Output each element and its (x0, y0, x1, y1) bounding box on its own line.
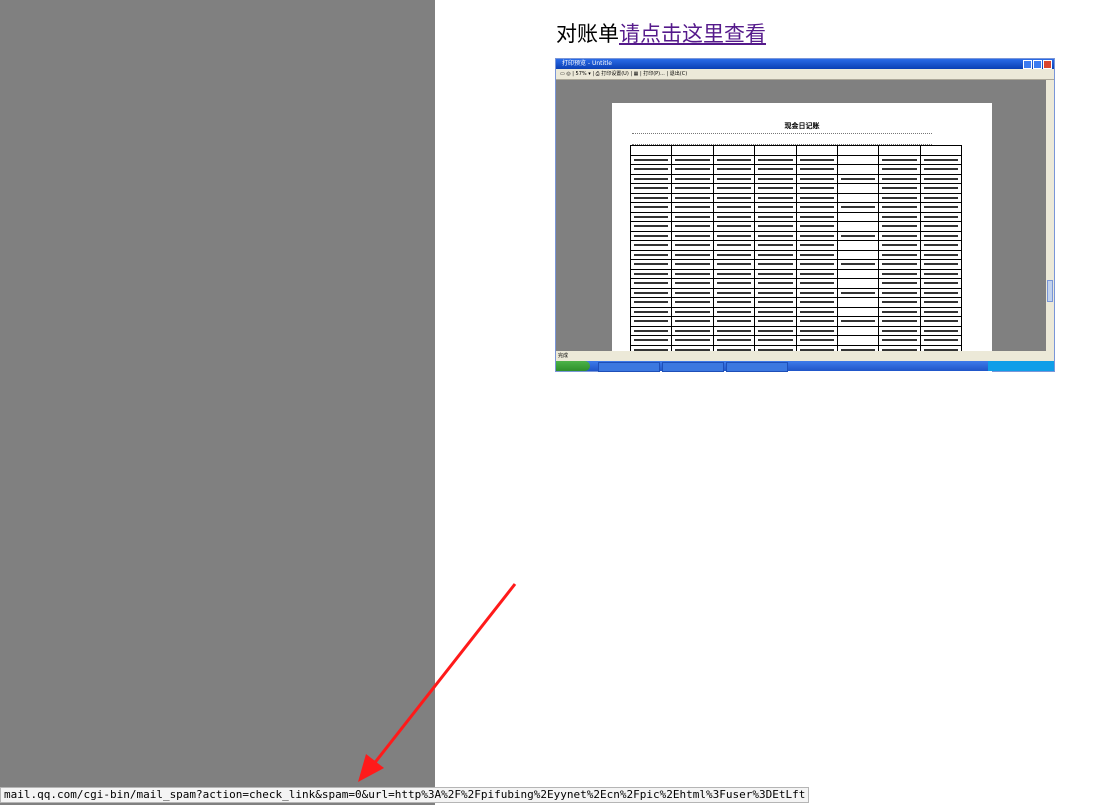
browser-status-bar: mail.qq.com/cgi-bin/mail_spam?action=che… (0, 787, 810, 803)
red-arrow-annotation (358, 583, 517, 782)
status-url: mail.qq.com/cgi-bin/mail_spam?action=che… (4, 788, 806, 801)
